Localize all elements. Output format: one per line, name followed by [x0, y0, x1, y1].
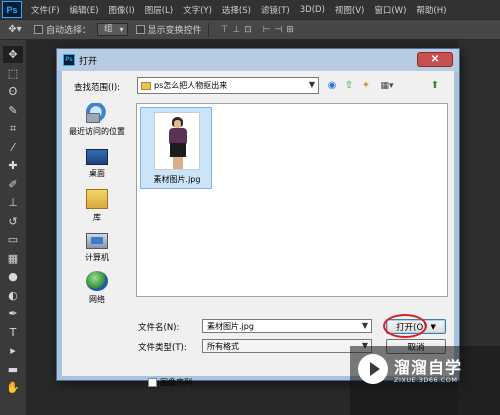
menu-file[interactable]: 文件(F) [26, 4, 65, 16]
place-computer[interactable]: 计算机 [62, 231, 132, 263]
file-name-value: 素材图片.jpg [207, 321, 254, 331]
look-in-row: 查找范围(I): ps怎么把人物抠出来 ▼ ◉ ⇧ ✦ ▦▾ ⬆ [62, 77, 454, 95]
options-bar: ✥▾ 自动选择： 组 显示变换控件 ⊤⊥⊡ ⊢⊣⊞ [0, 20, 500, 40]
photoshop-icon: Ps [63, 54, 75, 66]
tools-panel: ✥ ⬚ ʘ ✎ ⌗ ⁄ ✚ ✐ ⊥ ↺ ▭ ▦ ● ◐ ✒ T ▸ ▬ ✋ [0, 40, 27, 415]
views-menu-icon[interactable]: ▦▾ [376, 78, 398, 93]
eraser-tool-icon[interactable]: ▭ [3, 231, 23, 248]
network-icon [86, 271, 108, 291]
watermark-text: 溜溜自学 [394, 358, 463, 377]
menu-window[interactable]: 窗口(W) [369, 4, 411, 16]
auto-select-dropdown[interactable]: 组 [97, 23, 128, 36]
type-tool-icon[interactable]: T [3, 324, 23, 341]
file-name-label: 文件名(N): [138, 323, 180, 333]
place-library[interactable]: 库 [62, 189, 132, 223]
menu-type[interactable]: 文字(Y) [178, 4, 217, 16]
close-button[interactable]: ✕ [417, 52, 453, 67]
show-transform-checkbox[interactable] [135, 25, 145, 34]
blur-tool-icon[interactable]: ● [3, 268, 23, 285]
shape-tool-icon[interactable]: ▬ [3, 361, 23, 378]
look-in-value: ps怎么把人物抠出来 [154, 81, 228, 90]
annotation-circle [383, 314, 427, 338]
play-logo-icon [358, 354, 388, 384]
move-icon[interactable]: ✥▾ [4, 23, 26, 37]
chevron-down-icon[interactable]: ▼ [362, 321, 368, 330]
auto-select-label: 自动选择： [46, 26, 92, 36]
image-sequence-label: 图像序列 [160, 378, 192, 387]
marquee-tool-icon[interactable]: ⬚ [3, 65, 23, 82]
dodge-tool-icon[interactable]: ◐ [3, 287, 23, 304]
file-item[interactable]: 素材图片.jpg [140, 107, 212, 189]
history-brush-tool-icon[interactable]: ↺ [3, 213, 23, 230]
look-in-label: 查找范围(I): [74, 83, 121, 93]
file-name: 素材图片.jpg [153, 175, 201, 184]
move-tool-icon[interactable]: ✥ [3, 46, 23, 63]
clone-stamp-tool-icon[interactable]: ⊥ [3, 194, 23, 211]
place-desktop[interactable]: 桌面 [62, 147, 132, 179]
align-icons[interactable]: ⊤⊥⊡ ⊢⊣⊞ [221, 25, 298, 35]
image-thumbnail [154, 112, 200, 170]
lasso-tool-icon[interactable]: ʘ [3, 83, 23, 100]
eyedropper-tool-icon[interactable]: ⁄ [3, 139, 23, 156]
places-bar: 最近访问的位置 桌面 库 计算机 网络 [62, 103, 132, 305]
file-type-label: 文件类型(T): [138, 343, 187, 353]
dialog-body: 查找范围(I): ps怎么把人物抠出来 ▼ ◉ ⇧ ✦ ▦▾ ⬆ 最近访问的位置… [62, 71, 454, 387]
up-folder-icon[interactable]: ⇧ [342, 78, 356, 93]
menu-help[interactable]: 帮助(H) [411, 4, 451, 16]
menu-layer[interactable]: 图层(L) [140, 4, 178, 16]
image-sequence-checkbox[interactable] [148, 378, 157, 387]
show-transform-label: 显示变换控件 [147, 26, 202, 36]
menu-3d[interactable]: 3D(D) [295, 5, 330, 15]
path-select-tool-icon[interactable]: ▸ [3, 342, 23, 359]
watermark-url: ZIXUE.3D66.COM [394, 376, 458, 384]
pen-tool-icon[interactable]: ✒ [3, 305, 23, 322]
open-dialog: Ps 打开 ✕ 查找范围(I): ps怎么把人物抠出来 ▼ ◉ ⇧ ✦ ▦▾ ⬆… [56, 48, 460, 387]
chevron-down-icon: ▼ [308, 80, 315, 89]
place-label: 最近访问的位置 [69, 127, 125, 136]
watermark: 溜溜自学 ZIXUE.3D66.COM [350, 346, 500, 415]
menu-view[interactable]: 视图(V) [330, 4, 369, 16]
menu-bar: Ps 文件(F) 编辑(E) 图像(I) 图层(L) 文字(Y) 选择(S) 滤… [0, 0, 500, 20]
file-list[interactable]: 素材图片.jpg [136, 103, 448, 297]
file-type-dropdown[interactable]: 所有格式 ▼ [202, 339, 372, 353]
computer-icon [86, 233, 108, 249]
file-name-field[interactable]: 素材图片.jpg ▼ [202, 319, 372, 333]
folder-icon [141, 81, 151, 90]
place-label: 桌面 [89, 169, 105, 178]
hand-tool-icon[interactable]: ✋ [3, 379, 23, 396]
library-icon [86, 189, 108, 209]
place-label: 库 [93, 213, 101, 222]
gradient-tool-icon[interactable]: ▦ [3, 250, 23, 267]
menu-select[interactable]: 选择(S) [217, 4, 256, 16]
dropdown-arrow-icon[interactable]: ▼ [430, 323, 435, 331]
file-type-value: 所有格式 [207, 341, 239, 351]
menu-image[interactable]: 图像(I) [104, 4, 140, 16]
photoshop-logo: Ps [2, 1, 22, 18]
place-recent[interactable]: 最近访问的位置 [62, 103, 132, 137]
back-icon[interactable]: ◉ [325, 78, 339, 93]
recent-places-icon [86, 103, 108, 123]
new-folder-icon[interactable]: ✦ [359, 78, 373, 93]
healing-tool-icon[interactable]: ✚ [3, 157, 23, 174]
place-label: 网络 [89, 295, 105, 304]
menu-edit[interactable]: 编辑(E) [65, 4, 104, 16]
place-label: 计算机 [85, 253, 109, 262]
desktop-icon [86, 149, 108, 165]
menu-filter[interactable]: 滤镜(T) [256, 4, 295, 16]
upload-icon[interactable]: ⬆ [428, 78, 442, 93]
place-network[interactable]: 网络 [62, 271, 132, 305]
quick-select-tool-icon[interactable]: ✎ [3, 102, 23, 119]
dialog-titlebar[interactable]: Ps 打开 ✕ [57, 49, 459, 71]
dialog-title: 打开 [79, 56, 98, 67]
look-in-dropdown[interactable]: ps怎么把人物抠出来 ▼ [137, 77, 319, 94]
options-separator [207, 22, 209, 37]
crop-tool-icon[interactable]: ⌗ [3, 120, 23, 137]
brush-tool-icon[interactable]: ✐ [3, 176, 23, 193]
auto-select-checkbox[interactable] [34, 25, 43, 34]
